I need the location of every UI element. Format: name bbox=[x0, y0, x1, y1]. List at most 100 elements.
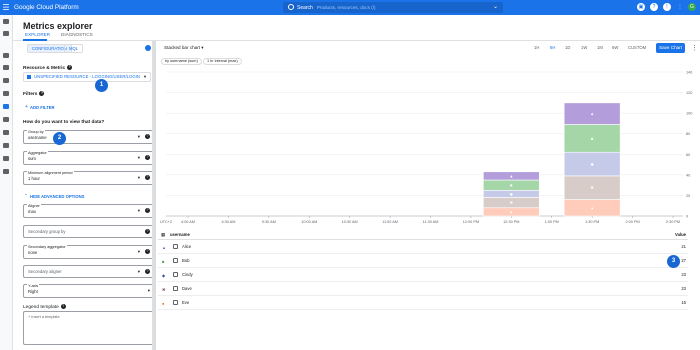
stacked-bar-chart: 140 120 100 80 60 40 20 0 UTC+2 4:00 AM 4:30 AM 9:3… bbox=[160, 71, 692, 225]
x-tick-label: 4:00 AM bbox=[181, 220, 195, 224]
alignment-value: 1 hour bbox=[28, 176, 40, 181]
table-row[interactable]: ■ Bob 27 bbox=[158, 255, 688, 268]
collapse-icon[interactable]: ⌃ bbox=[24, 193, 28, 199]
add-icon[interactable]: + bbox=[25, 104, 28, 110]
secondary-aligner-field[interactable]: Secondary aligner ▾ ? bbox=[23, 265, 152, 278]
group-by-field[interactable]: Group by username ▾ ? bbox=[23, 130, 152, 144]
chart-type-selector[interactable]: Stacked bar chart ▾ bbox=[164, 45, 204, 51]
avatar[interactable]: G bbox=[688, 3, 696, 11]
column-username[interactable]: username bbox=[170, 232, 190, 237]
save-chart-button[interactable]: Save Chart bbox=[656, 43, 685, 53]
help-icon[interactable]: ? bbox=[145, 208, 150, 213]
help-icon[interactable]: ? bbox=[39, 91, 45, 96]
notifications-icon[interactable]: ! bbox=[663, 3, 671, 11]
help-icon[interactable]: ? bbox=[145, 249, 150, 254]
row-checkbox[interactable] bbox=[173, 272, 178, 277]
integrations-icon[interactable] bbox=[3, 156, 9, 161]
menu-icon[interactable]: ☰ bbox=[0, 0, 12, 15]
range-6h[interactable]: 6H bbox=[550, 45, 555, 50]
tab-diagnostics[interactable]: DIAGNOSTICS bbox=[61, 32, 93, 37]
services-icon[interactable] bbox=[3, 117, 9, 122]
resource-title: Resource & Metric? bbox=[23, 65, 73, 71]
y-axis-value: Right bbox=[28, 289, 38, 294]
table-row[interactable]: ▲ Alice 21 bbox=[158, 241, 688, 254]
row-checkbox[interactable] bbox=[173, 244, 178, 249]
help-icon[interactable]: ? bbox=[650, 3, 658, 11]
gear-icon[interactable] bbox=[145, 45, 151, 51]
alignment-period-field[interactable]: Minimum alignment period 1 hour ▾ ? bbox=[23, 171, 152, 185]
dropdown-arrow-icon[interactable]: ▾ bbox=[138, 249, 140, 255]
alerting-icon[interactable] bbox=[3, 65, 9, 70]
uptime-icon[interactable] bbox=[3, 78, 9, 83]
y-tick-label: 0 bbox=[686, 215, 688, 219]
security-icon[interactable] bbox=[3, 169, 9, 174]
aggregator-field[interactable]: Aggregator sum ▾ ? bbox=[23, 151, 152, 165]
aligner-value: max bbox=[28, 209, 36, 214]
x-tick-label: 1:30 PM bbox=[585, 220, 599, 224]
add-filter-button[interactable]: ADD FILTER bbox=[30, 105, 55, 110]
dropdown-arrow-icon[interactable]: ▾ bbox=[138, 134, 140, 140]
groups-icon[interactable] bbox=[3, 91, 9, 96]
table-row[interactable]: ◆ Cindy 23 bbox=[158, 269, 688, 282]
help-icon[interactable]: ? bbox=[145, 175, 150, 180]
more-vert-icon[interactable]: ⋮ bbox=[676, 3, 684, 11]
gift-icon[interactable]: ▣ bbox=[637, 3, 645, 11]
secondary-group-field[interactable]: Secondary group by ? bbox=[23, 225, 152, 238]
y-axis-field[interactable]: Y-axis Right ▾ bbox=[23, 284, 152, 298]
row-checkbox[interactable] bbox=[173, 258, 178, 263]
column-value[interactable]: Value bbox=[675, 232, 686, 237]
hide-advanced-button[interactable]: HIDE ADVANCED OPTIONS bbox=[30, 194, 84, 199]
range-1m[interactable]: 1M bbox=[597, 45, 603, 50]
table-row[interactable]: ✖ Dave 23 bbox=[158, 283, 688, 296]
table-row[interactable]: ● Eve 16 bbox=[158, 297, 688, 310]
search-bar[interactable]: Search Products, resources, docs (/) ⌄ bbox=[283, 2, 503, 13]
help-icon[interactable]: ? bbox=[145, 134, 150, 139]
tab-explorer[interactable]: EXPLORER bbox=[25, 32, 50, 37]
help-icon[interactable]: ? bbox=[145, 155, 150, 160]
secondary-aggregator-field[interactable]: Secondary aggregator none ▾ ? bbox=[23, 245, 152, 259]
help-icon[interactable]: ? bbox=[145, 229, 150, 234]
help-icon[interactable]: ? bbox=[145, 269, 150, 274]
chevron-down-icon[interactable]: ⌄ bbox=[493, 3, 498, 10]
logs-icon[interactable] bbox=[3, 130, 9, 135]
dropdown-arrow-icon[interactable]: ▾ bbox=[138, 269, 140, 275]
y-tick-label: 20 bbox=[686, 194, 690, 198]
mql-toggle[interactable]: MQL bbox=[64, 44, 84, 53]
home-icon[interactable] bbox=[3, 19, 9, 24]
range-6w[interactable]: 6W bbox=[612, 45, 618, 50]
dropdown-arrow-icon[interactable]: ▾ bbox=[138, 208, 140, 214]
interval-chip[interactable]: 1 hr interval (max) bbox=[203, 58, 242, 65]
help-icon[interactable]: ? bbox=[60, 304, 66, 309]
panel-scrollbar[interactable] bbox=[153, 41, 156, 350]
search-placeholder[interactable]: Products, resources, docs (/) bbox=[317, 5, 376, 10]
series-marker: ● bbox=[162, 301, 165, 306]
settings-icon[interactable] bbox=[3, 143, 9, 148]
overview-icon[interactable] bbox=[3, 53, 9, 58]
group-by-chip[interactable]: by username (sum) bbox=[161, 58, 202, 65]
more-vert-icon[interactable]: ⋮ bbox=[691, 44, 698, 52]
range-1d[interactable]: 1D bbox=[565, 45, 570, 50]
legend-template-field[interactable]: + Insert a template bbox=[23, 311, 152, 345]
view-title: How do you want to view that data? bbox=[23, 120, 105, 125]
x-tick-label: 9:30 AM bbox=[262, 220, 276, 224]
metrics-explorer-icon[interactable] bbox=[3, 104, 9, 109]
row-checkbox[interactable] bbox=[173, 286, 178, 291]
aligner-field[interactable]: Aligner max ▾ ? bbox=[23, 204, 152, 218]
range-1w[interactable]: 1W bbox=[581, 45, 587, 50]
resource-metric-selector[interactable]: UNSPECIFIED RESOURCE - LOGGING/USER/LOGI… bbox=[23, 72, 151, 82]
help-icon[interactable]: ? bbox=[67, 65, 73, 70]
range-custom[interactable]: CUSTOM bbox=[628, 45, 646, 50]
x-tick-label: 1:00 PM bbox=[545, 220, 559, 224]
dropdown-arrow-icon[interactable]: ▾ bbox=[144, 73, 146, 81]
segment-marker: ▲ bbox=[590, 111, 594, 116]
x-tick-label: 10:30 AM bbox=[342, 220, 358, 224]
row-checkbox[interactable] bbox=[173, 300, 178, 305]
dashboards-icon[interactable] bbox=[3, 31, 9, 36]
legend-template-placeholder[interactable]: + Insert a template bbox=[28, 315, 60, 319]
row-username: Bob bbox=[182, 258, 190, 263]
range-1h[interactable]: 1H bbox=[534, 45, 539, 50]
dropdown-arrow-icon[interactable]: ▾ bbox=[148, 288, 150, 294]
dropdown-arrow-icon[interactable]: ▾ bbox=[138, 155, 140, 161]
x-tick-label: 11:30 AM bbox=[423, 220, 439, 224]
dropdown-arrow-icon[interactable]: ▾ bbox=[138, 175, 140, 181]
